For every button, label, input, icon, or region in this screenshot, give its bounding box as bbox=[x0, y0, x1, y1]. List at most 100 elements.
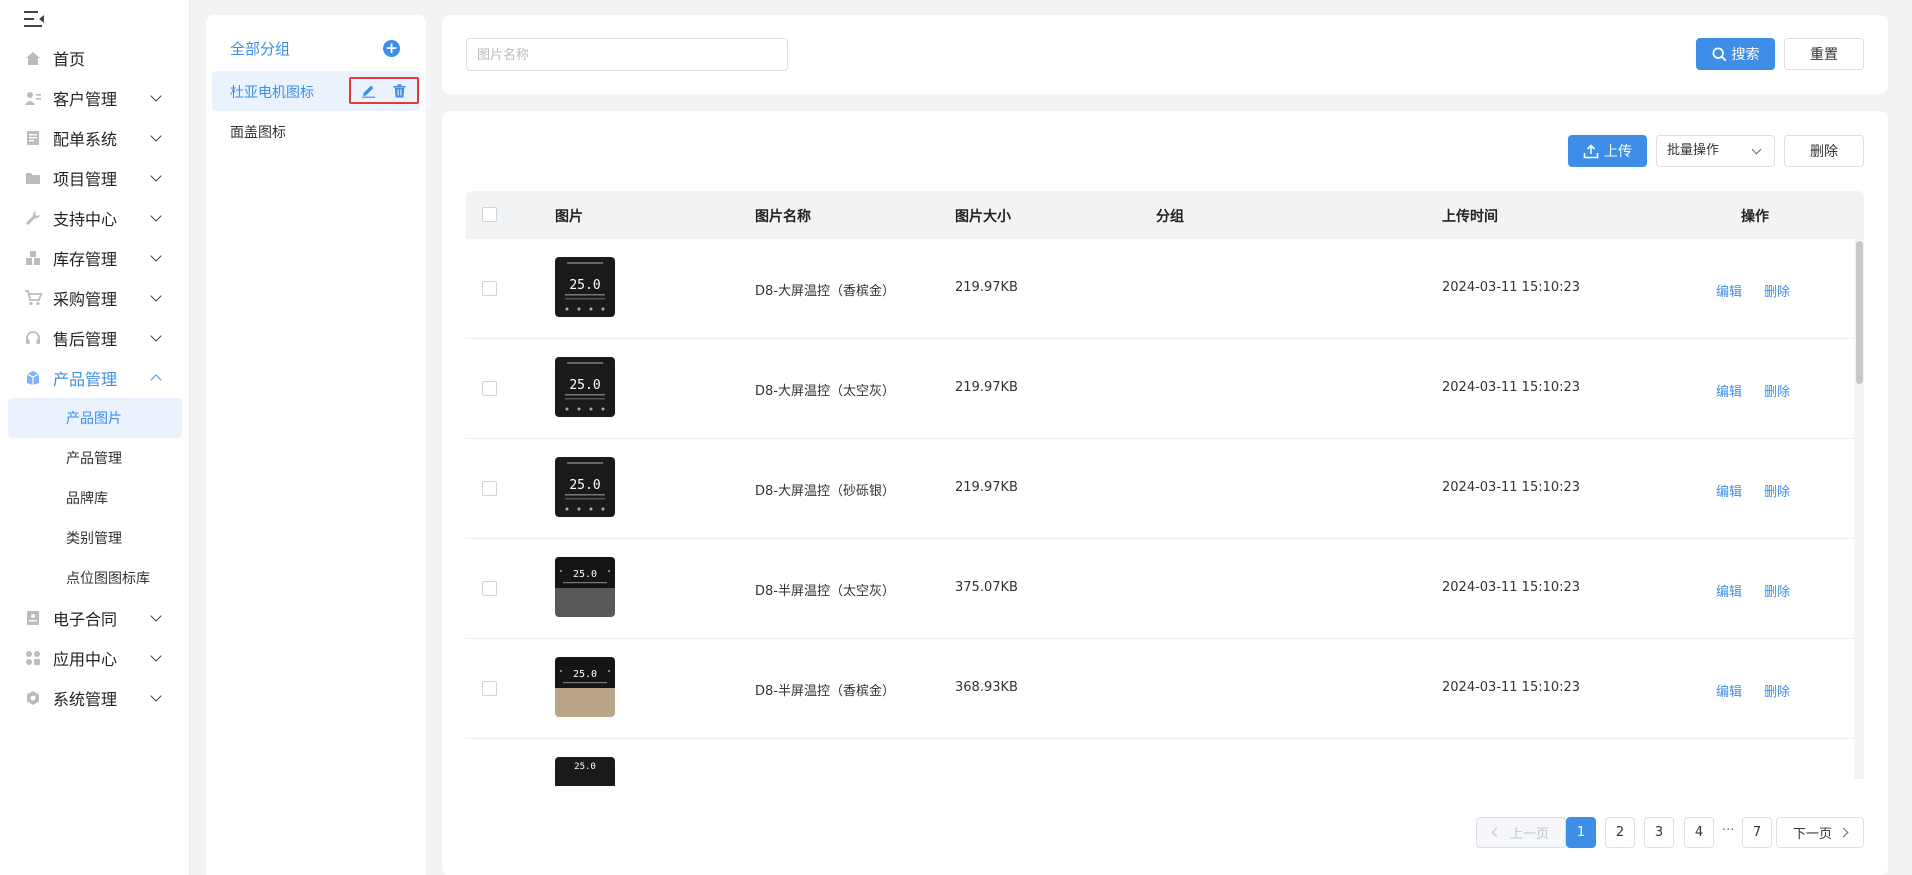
next-page-label: 下一页 bbox=[1792, 827, 1832, 842]
sidebar-item-system[interactable]: 系统管理 bbox=[0, 678, 190, 718]
product-thumbnail: 25.0 bbox=[555, 257, 615, 317]
delete-button[interactable]: 删除 bbox=[1784, 135, 1864, 167]
chevron-down-icon bbox=[150, 690, 162, 702]
image-table: 图片 图片名称 图片大小 分组 上传时间 操作 25.0 D8-大屏温控（香槟金… bbox=[466, 191, 1864, 786]
svg-text:25.0: 25.0 bbox=[573, 569, 597, 580]
batch-operations-label: 批量操作 bbox=[1667, 143, 1720, 158]
reset-button-label: 重置 bbox=[1810, 47, 1838, 63]
sidebar-item-order[interactable]: 配单系统 bbox=[0, 118, 190, 158]
edit-link[interactable]: 编辑 bbox=[1716, 681, 1742, 700]
table-row: 25.0 D8-半屏温控（太空灰） 375.07KB 2024-03-11 15… bbox=[466, 539, 1854, 639]
upload-button[interactable]: 上传 bbox=[1568, 135, 1647, 167]
edit-link[interactable]: 编辑 bbox=[1716, 381, 1742, 400]
next-page-button[interactable]: 下一页 bbox=[1776, 817, 1864, 848]
sidebar-item-contract[interactable]: 电子合同 bbox=[0, 598, 190, 638]
page-button[interactable]: 7 bbox=[1742, 817, 1772, 848]
chevron-down-icon bbox=[150, 330, 162, 342]
image-name: D8-半屏温控（太空灰） bbox=[755, 584, 895, 599]
page-button[interactable]: 3 bbox=[1644, 817, 1674, 848]
chevron-down-icon bbox=[150, 90, 162, 102]
product-thumbnail: 25.0 bbox=[555, 457, 615, 517]
sidebar-subitem-brands[interactable]: 品牌库 bbox=[8, 478, 182, 518]
delete-link[interactable]: 删除 bbox=[1764, 481, 1790, 500]
select-all-checkbox[interactable] bbox=[482, 207, 497, 222]
delete-link[interactable]: 删除 bbox=[1764, 281, 1790, 300]
image-name-search-input[interactable] bbox=[466, 38, 788, 71]
sidebar-item-label: 产品管理 bbox=[53, 370, 118, 389]
sidebar-item-aftersales[interactable]: 售后管理 bbox=[0, 318, 190, 358]
upload-time: 2024-03-11 15:10:23 bbox=[1442, 480, 1581, 495]
inventory-icon bbox=[24, 250, 42, 266]
sidebar-subitem-point-icons[interactable]: 点位图图标库 bbox=[8, 558, 182, 598]
edit-link[interactable]: 编辑 bbox=[1716, 281, 1742, 300]
edit-link[interactable]: 编辑 bbox=[1716, 581, 1742, 600]
image-name: D8-大屏温控（香槟金） bbox=[755, 284, 895, 299]
image-size: 219.97KB bbox=[955, 480, 1018, 495]
page-button[interactable]: 2 bbox=[1605, 817, 1635, 848]
edit-link[interactable]: 编辑 bbox=[1716, 481, 1742, 500]
prev-page-button[interactable]: 上一页 bbox=[1476, 817, 1566, 848]
upload-icon bbox=[1583, 143, 1599, 158]
wrench-icon bbox=[24, 210, 42, 226]
sidebar-item-project[interactable]: 项目管理 bbox=[0, 158, 190, 198]
column-header: 图片名称 bbox=[755, 209, 811, 225]
upload-time: 2024-03-11 15:10:23 bbox=[1442, 380, 1581, 395]
delete-link[interactable]: 删除 bbox=[1764, 381, 1790, 400]
sidebar-item-product[interactable]: 产品管理 bbox=[0, 358, 190, 398]
chevron-down-icon bbox=[150, 250, 162, 262]
reset-button[interactable]: 重置 bbox=[1784, 38, 1864, 70]
group-item[interactable]: 面盖图标 bbox=[212, 111, 420, 151]
sidebar-item-label: 配单系统 bbox=[53, 130, 118, 149]
sidebar-subitem-product-images[interactable]: 产品图片 bbox=[8, 398, 182, 438]
customer-icon bbox=[24, 90, 42, 106]
menu-collapse-icon[interactable] bbox=[24, 10, 46, 28]
trash-icon[interactable] bbox=[393, 84, 408, 98]
sidebar-item-support[interactable]: 支持中心 bbox=[0, 198, 190, 238]
sidebar-item-apps[interactable]: 应用中心 bbox=[0, 638, 190, 678]
group-item[interactable]: 杜亚电机图标 bbox=[212, 71, 420, 111]
delete-link[interactable]: 删除 bbox=[1764, 581, 1790, 600]
sidebar-item-label: 首页 bbox=[53, 50, 86, 69]
product-thumbnail: 25.0 bbox=[555, 657, 615, 717]
sidebar-subitem-categories[interactable]: 类别管理 bbox=[8, 518, 182, 558]
all-groups-link[interactable]: 全部分组 bbox=[230, 38, 290, 59]
home-icon bbox=[24, 50, 42, 66]
sidebar-subitem-label: 产品管理 bbox=[66, 451, 122, 467]
group-label: 杜亚电机图标 bbox=[230, 85, 314, 101]
page-button[interactable]: 4 bbox=[1684, 817, 1714, 848]
sidebar-item-customer[interactable]: 客户管理 bbox=[0, 78, 190, 118]
delete-link[interactable]: 删除 bbox=[1764, 681, 1790, 700]
row-checkbox[interactable] bbox=[482, 281, 497, 296]
sidebar-item-label: 客户管理 bbox=[53, 90, 118, 109]
table-scrollbar-thumb[interactable] bbox=[1856, 241, 1863, 384]
sidebar: 首页 客户管理 配单系统 项目管理 支持中心 库存管理 采购管理 售后管理 产品… bbox=[0, 0, 190, 875]
page-number: 4 bbox=[1694, 825, 1704, 840]
row-checkbox[interactable] bbox=[482, 481, 497, 496]
sidebar-item-home[interactable]: 首页 bbox=[0, 38, 190, 78]
sidebar-item-inventory[interactable]: 库存管理 bbox=[0, 238, 190, 278]
page-number: 3 bbox=[1654, 825, 1664, 840]
sidebar-subitem-product-manage[interactable]: 产品管理 bbox=[8, 438, 182, 478]
table-row: 25.0 D8-大屏温控（砂砾银） 219.97KB 2024-03-11 15… bbox=[466, 439, 1854, 539]
group-label: 面盖图标 bbox=[230, 125, 286, 141]
row-checkbox[interactable] bbox=[482, 581, 497, 596]
svg-text:25.0: 25.0 bbox=[573, 669, 597, 680]
edit-icon[interactable] bbox=[361, 84, 376, 98]
sidebar-item-label: 采购管理 bbox=[53, 290, 118, 309]
row-checkbox[interactable] bbox=[482, 381, 497, 396]
table-row: 25.0 D8-大屏温控（香槟金） 219.97KB 2024-03-11 15… bbox=[466, 239, 1854, 339]
row-checkbox[interactable] bbox=[482, 681, 497, 696]
prev-page-label: 上一页 bbox=[1509, 827, 1549, 842]
pagination-ellipsis[interactable]: ··· bbox=[1722, 823, 1734, 838]
sidebar-item-label: 项目管理 bbox=[53, 170, 118, 189]
search-button[interactable]: 搜索 bbox=[1696, 38, 1775, 70]
sidebar-item-purchase[interactable]: 采购管理 bbox=[0, 278, 190, 318]
batch-operations-select[interactable]: 批量操作 bbox=[1656, 135, 1775, 167]
page-button[interactable]: 1 bbox=[1566, 817, 1596, 848]
add-group-icon[interactable]: + bbox=[383, 40, 400, 57]
table-row: 25.0 D8-大屏温控（太空灰） 219.97KB 2024-03-11 15… bbox=[466, 339, 1854, 439]
delete-button-label: 删除 bbox=[1810, 144, 1838, 160]
order-icon bbox=[24, 130, 42, 146]
image-name: D8-半屏温控（香槟金） bbox=[755, 684, 895, 699]
sidebar-item-label: 电子合同 bbox=[53, 610, 118, 629]
